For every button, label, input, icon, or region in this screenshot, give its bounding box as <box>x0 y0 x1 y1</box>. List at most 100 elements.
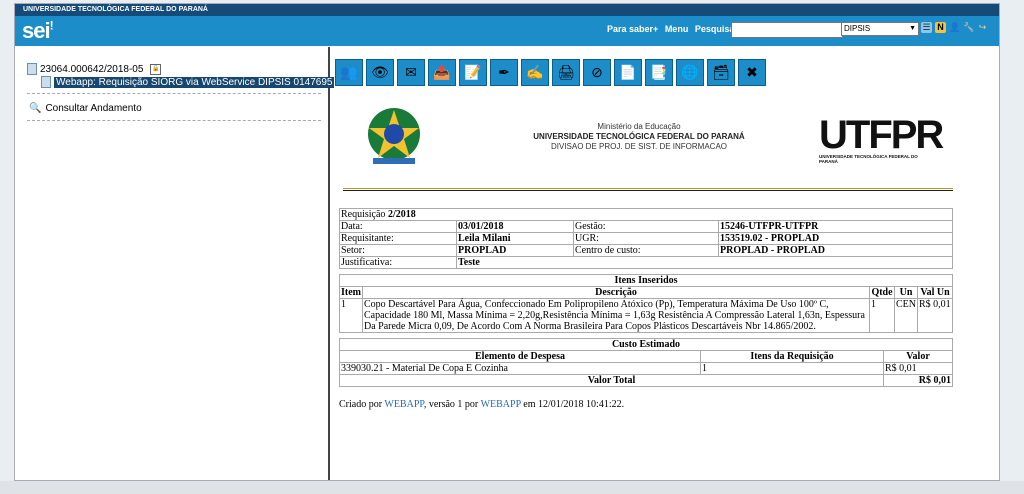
cost-table: Custo Estimado Elemento de Despesa Itens… <box>339 338 953 387</box>
send-icon: 📤 <box>433 64 451 80</box>
link-pesquisa[interactable]: Pesquisa <box>695 24 735 34</box>
cancel-button[interactable]: ⊘ <box>583 59 611 86</box>
column-header: Elemento de Despesa <box>339 350 701 363</box>
news-icon[interactable]: N <box>935 22 946 33</box>
brazil-coat-of-arms <box>368 108 420 164</box>
people-button[interactable]: 👥 <box>335 59 363 86</box>
edit-button[interactable]: 📝 <box>459 59 487 86</box>
link-menu[interactable]: Menu <box>665 24 689 34</box>
item-qty: 1 <box>869 298 895 333</box>
web-icon: 🌐 <box>681 64 699 80</box>
items-title: Itens Inseridos <box>339 274 953 287</box>
creator-link[interactable]: WEBAPP <box>384 399 423 410</box>
requisitante-value: Leila Milani <box>456 232 574 245</box>
setor-label: Setor: <box>339 244 457 257</box>
eye-button[interactable]: 👁 <box>366 59 394 86</box>
archive-button[interactable]: 🗃 <box>707 59 735 86</box>
send-button[interactable]: 📤 <box>428 59 456 86</box>
pen-button[interactable]: ✒ <box>490 59 518 86</box>
document-view: Ministério da Educação UNIVERSIDADE TECN… <box>339 104 959 410</box>
table-row: Data: 03/01/2018 Gestão: 15246-UTFPR-UTF… <box>339 220 953 233</box>
total-value: R$ 0,01 <box>883 374 953 387</box>
print-icon: 🖨 <box>557 64 575 80</box>
document-label[interactable]: Webapp: Requisição SIORG via WebService … <box>54 76 335 88</box>
magnifier-icon: 🔍 <box>29 103 42 114</box>
sign-button[interactable]: ✍ <box>521 59 549 86</box>
unit-select[interactable]: DIPSIS ▼ <box>841 22 919 36</box>
table-row: Valor Total R$ 0,01 <box>339 374 953 387</box>
browser-status-bar <box>0 481 1024 494</box>
sei-logo[interactable]: sei! <box>22 18 54 44</box>
delete-icon: ✖ <box>746 64 758 80</box>
note-icon: 📄 <box>619 64 637 80</box>
column-header: Item <box>339 286 363 299</box>
centro-label: Centro de custo: <box>573 244 719 257</box>
justificativa-label: Justificativa: <box>339 256 457 269</box>
lock-icon: 🔒 <box>150 63 162 75</box>
requisition-table: Requisição 2/2018 Data: 03/01/2018 Gestã… <box>339 208 953 269</box>
table-row: 339030.21 - Material De Copa E Cozinha 1… <box>339 362 953 375</box>
table-row: Setor: PROPLAD Centro de custo: PROPLAD … <box>339 244 953 257</box>
gestao-value: 15246-UTFPR-UTFPR <box>718 220 953 233</box>
note-button[interactable]: 📄 <box>614 59 642 86</box>
ugr-label: UGR: <box>573 232 719 245</box>
mail-button[interactable]: ✉ <box>397 59 425 86</box>
folder-icon <box>27 63 37 75</box>
header-links: Para saber+ Menu Pesquisa <box>607 24 738 34</box>
mail-icon: ✉ <box>405 64 417 80</box>
consult-divider <box>27 120 321 121</box>
document-node[interactable]: Webapp: Requisição SIORG via WebService … <box>41 76 335 88</box>
print-button[interactable]: 🖨 <box>552 59 580 86</box>
table-row: 1 Copo Descartável Para Água, Confeccion… <box>339 298 953 333</box>
university-banner: UNIVERSIDADE TECNOLÓGICA FEDERAL DO PARA… <box>15 4 999 16</box>
delete-button[interactable]: ✖ <box>738 59 766 86</box>
table-row: Justificativa: Teste <box>339 256 953 269</box>
top-header: sei! Para saber+ Menu Pesquisa DIPSIS ▼ … <box>15 16 999 46</box>
web-button[interactable]: 🌐 <box>676 59 704 86</box>
process-number[interactable]: 23064.000642/2018-05 <box>40 64 143 75</box>
cancel-icon: ⊘ <box>591 64 603 80</box>
user-icon[interactable]: 👤 <box>949 22 960 33</box>
column-header: Qtde <box>869 286 895 299</box>
column-header: Itens da Requisição <box>700 350 884 363</box>
letterhead-lines <box>343 188 953 191</box>
setor-value: PROPLAD <box>456 244 574 257</box>
tree-divider <box>27 93 321 94</box>
item-unit: CEN <box>894 298 918 333</box>
total-label: Valor Total <box>339 374 884 387</box>
people-icon: 👥 <box>340 64 358 80</box>
university-label: UNIVERSIDADE TECNOLÓGICA FEDERAL DO PARA… <box>533 132 745 141</box>
data-value: 03/01/2018 <box>456 220 574 233</box>
cost-title: Custo Estimado <box>339 338 953 351</box>
division-label: DIVISAO DE PROJ. DE SIST. DE INFORMACAO <box>550 142 728 151</box>
requisitante-label: Requisitante: <box>339 232 457 245</box>
archive-icon: 🗃 <box>712 64 730 80</box>
cost-items: 1 <box>700 362 884 375</box>
editor-link[interactable]: WEBAPP <box>481 399 521 410</box>
search-input[interactable] <box>731 22 843 38</box>
column-header: Descrição <box>362 286 870 299</box>
column-header: Valor <box>883 350 953 363</box>
justificativa-value: Teste <box>456 256 953 269</box>
gestao-label: Gestão: <box>573 220 719 233</box>
exit-icon[interactable]: ↪ <box>977 22 988 33</box>
edit-icon: 📝 <box>464 64 482 80</box>
table-row: Custo Estimado <box>339 338 953 351</box>
item-number: 1 <box>339 298 363 333</box>
chevron-down-icon: ▼ <box>909 25 916 32</box>
copy-button[interactable]: 📑 <box>645 59 673 86</box>
column-header: Val Un <box>917 286 953 299</box>
document-footer: Criado por WEBAPP, versão 1 por WEBAPP e… <box>339 399 625 410</box>
process-node[interactable]: 23064.000642/2018-05 🔒 <box>27 63 334 75</box>
process-tree-panel: 23064.000642/2018-05 🔒 Webapp: Requisiçã… <box>15 47 335 480</box>
table-row: Requisição 2/2018 <box>339 208 953 221</box>
list-icon[interactable]: ☰ <box>921 22 932 33</box>
document-icon <box>41 76 51 88</box>
copy-icon: 📑 <box>650 64 668 80</box>
link-para-saber[interactable]: Para saber+ <box>607 24 658 34</box>
settings-icon[interactable]: 🔧 <box>963 22 974 33</box>
cost-value: R$ 0,01 <box>883 362 953 375</box>
document-toolbar: 👥 👁 ✉ 📤 📝 ✒ ✍ 🖨 ⊘ 📄 📑 🌐 🗃 ✖ <box>335 59 766 86</box>
consult-andamento-link[interactable]: 🔍 Consultar Andamento <box>29 103 142 114</box>
centro-value: PROPLAD - PROPLAD <box>718 244 953 257</box>
